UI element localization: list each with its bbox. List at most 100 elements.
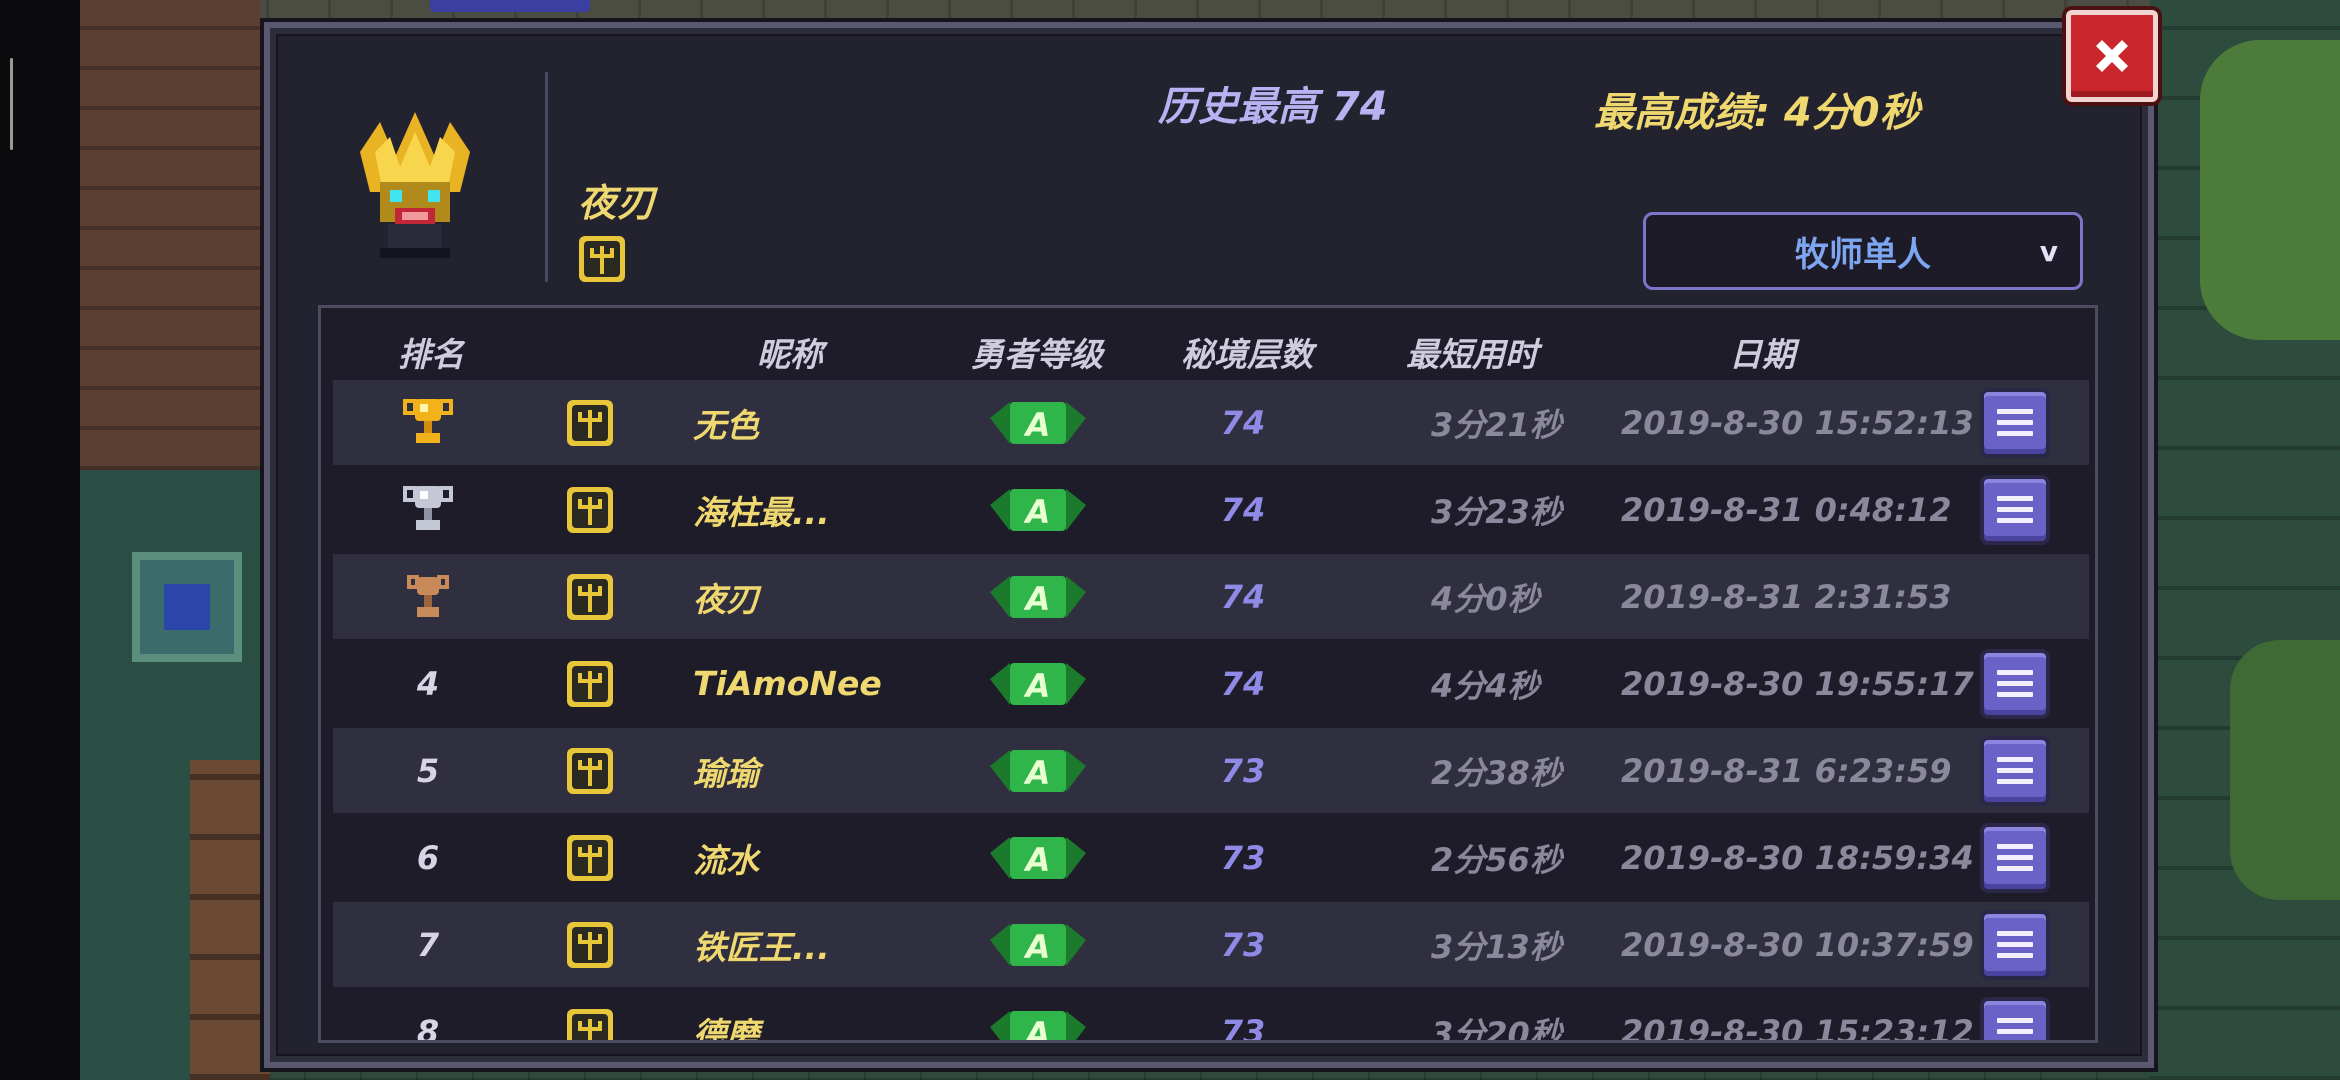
record-date: 2019-8-30 10:37:59 — [1621, 925, 1974, 964]
best-score: 最高成绩: 4分0秒 — [1594, 90, 1920, 136]
rank-number: 7 — [416, 925, 440, 964]
column-header-rank: 排名 — [398, 335, 464, 374]
shortest-time: 4分0秒 — [1431, 579, 1540, 618]
floor-count: 74 — [1220, 490, 1266, 529]
tree-foliage — [2200, 40, 2340, 340]
history-high-score: 历史最高 74 — [1158, 84, 1388, 130]
hero-level-rank-icon: A — [990, 488, 1086, 531]
close-button[interactable] — [2066, 10, 2158, 102]
rank-number: 8 — [416, 1012, 440, 1043]
record-date: 2019-8-30 15:23:12 — [1621, 1012, 1974, 1043]
svg-text:A: A — [1023, 580, 1051, 618]
svg-text:A: A — [1023, 493, 1051, 531]
brick-wall — [80, 0, 260, 470]
shortest-time: 2分56秒 — [1431, 840, 1562, 879]
details-menu-button[interactable] — [1980, 648, 2050, 719]
details-menu-button[interactable] — [1980, 822, 2050, 893]
gold-trophy-icon — [403, 398, 453, 443]
priest-badge-icon — [567, 399, 613, 446]
leaderboard-table[interactable]: 排名 昵称 勇者等级 秘境层数 最短用时 日期 无色 A 74 3分21秒 20… — [318, 305, 2098, 1043]
hero-level-rank-icon: A — [990, 662, 1086, 705]
nickname: 夜刃 — [693, 579, 759, 619]
hero-level-cell: A — [988, 467, 1088, 552]
hero-level-rank-icon: A — [990, 1010, 1086, 1040]
table-row[interactable]: 5 瑜瑜 A 73 2分38秒 2019-8-31 6:23:59 — [333, 728, 2089, 813]
hero-level-cell: A — [988, 554, 1088, 639]
priest-badge-icon — [567, 660, 613, 707]
details-menu-icon — [1997, 496, 2033, 501]
priest-badge-icon — [567, 1008, 613, 1040]
details-menu-button[interactable] — [1980, 387, 2050, 458]
priest-badge-icon — [567, 747, 613, 794]
floor-count: 74 — [1220, 664, 1266, 703]
details-cell — [1980, 641, 2050, 726]
details-cell — [1980, 380, 2050, 465]
nickname: 铁匠王... — [693, 927, 830, 967]
player-name: 夜刃 — [578, 181, 657, 225]
details-menu-button[interactable] — [1980, 474, 2050, 545]
hero-level-cell: A — [988, 989, 1088, 1040]
record-date: 2019-8-30 15:52:13 — [1621, 403, 1974, 442]
floor-count: 73 — [1220, 925, 1266, 964]
svg-text:A: A — [1023, 406, 1051, 444]
priest-badge-icon — [567, 573, 613, 620]
mode-dropdown-label: 牧师单人 — [1795, 234, 1931, 275]
details-menu-button[interactable] — [1980, 996, 2050, 1040]
table-row[interactable]: 7 铁匠王... A 73 3分13秒 2019-8-30 10:37:59 — [333, 902, 2089, 987]
nickname: 瑜瑜 — [693, 753, 759, 793]
priest-badge-cell — [565, 467, 615, 552]
details-cell — [1980, 728, 2050, 813]
details-menu-icon — [1997, 844, 2033, 849]
rank-cell — [403, 380, 453, 465]
table-row[interactable]: 8 德磨 A 73 3分20秒 2019-8-30 15:23:12 — [333, 989, 2089, 1043]
details-menu-icon — [1997, 1018, 2033, 1023]
priest-badge-cell — [565, 380, 615, 465]
record-date: 2019-8-31 2:31:53 — [1621, 577, 1952, 616]
table-row[interactable]: 4 TiAmoNee A 74 4分4秒 2019-8-30 19:55:17 — [333, 641, 2089, 726]
details-menu-icon — [1997, 409, 2033, 414]
table-row[interactable]: 海柱最... A 74 3分23秒 2019-8-31 0:48:12 — [333, 467, 2089, 552]
details-cell — [1980, 989, 2050, 1040]
svg-text:A: A — [1023, 841, 1051, 879]
hero-level-cell: A — [988, 728, 1088, 813]
rank-cell — [403, 554, 453, 639]
shortest-time: 3分23秒 — [1431, 492, 1562, 531]
left-edge-bar — [0, 0, 80, 1080]
close-icon — [2096, 40, 2128, 72]
shortest-time: 4分4秒 — [1431, 666, 1540, 705]
priest-badge-icon — [567, 834, 613, 881]
rank-number: 6 — [416, 838, 440, 877]
hero-level-cell: A — [988, 380, 1088, 465]
hero-level-rank-icon: A — [990, 401, 1086, 444]
hero-avatar-icon — [360, 112, 470, 258]
priest-badge-cell — [565, 815, 615, 900]
details-menu-icon — [1997, 757, 2033, 762]
shortest-time: 2分38秒 — [1431, 753, 1562, 792]
record-date: 2019-8-31 6:23:59 — [1621, 751, 1952, 790]
water-tile — [132, 552, 242, 662]
floor-count: 73 — [1220, 838, 1266, 877]
column-header-shortest-time: 最短用时 — [1406, 335, 1538, 374]
column-header-date: 日期 — [1729, 335, 1795, 374]
details-cell — [1980, 815, 2050, 900]
priest-badge-icon — [567, 486, 613, 533]
table-row[interactable]: 6 流水 A 73 2分56秒 2019-8-30 18:59:34 — [333, 815, 2089, 900]
shortest-time: 3分20秒 — [1431, 1014, 1562, 1043]
player-sprite — [430, 0, 590, 12]
hero-level-rank-icon: A — [990, 836, 1086, 879]
priest-badge-cell — [565, 728, 615, 813]
column-header-hero-level: 勇者等级 — [971, 335, 1103, 374]
table-row[interactable]: 夜刃 A 74 4分0秒 2019-8-31 2:31:53 — [333, 554, 2089, 639]
record-date: 2019-8-31 0:48:12 — [1621, 490, 1952, 529]
mode-dropdown[interactable]: 牧师单人 v — [1643, 212, 2083, 290]
details-cell — [1980, 467, 2050, 552]
details-menu-button[interactable] — [1980, 909, 2050, 980]
column-header-nickname: 昵称 — [757, 335, 823, 374]
priest-badge-cell — [565, 902, 615, 987]
table-row[interactable]: 无色 A 74 3分21秒 2019-8-30 15:52:13 — [333, 380, 2089, 465]
floor-count: 74 — [1220, 403, 1266, 442]
hero-level-cell: A — [988, 641, 1088, 726]
floor-count: 73 — [1220, 1012, 1266, 1043]
floor-count: 73 — [1220, 751, 1266, 790]
details-menu-button[interactable] — [1980, 735, 2050, 806]
